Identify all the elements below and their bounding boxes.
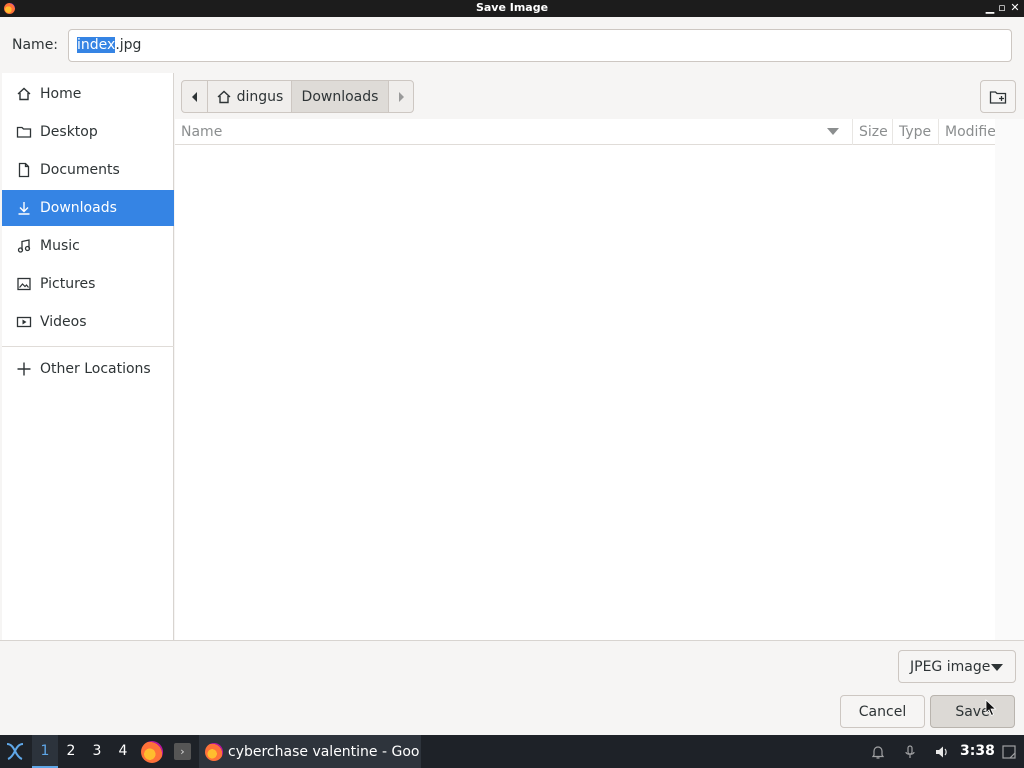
microphone-icon[interactable] bbox=[902, 744, 918, 760]
dialog-action-area: JPEG image Cancel Save bbox=[0, 640, 1024, 735]
new-folder-button[interactable] bbox=[980, 80, 1016, 113]
path-downloads-button[interactable]: Downloads bbox=[291, 80, 389, 113]
sort-descending-icon bbox=[827, 128, 839, 135]
picture-icon bbox=[16, 276, 32, 292]
window-titlebar: Save Image ▁ ▫ ✕ bbox=[0, 0, 1024, 17]
volume-icon[interactable] bbox=[934, 744, 950, 760]
column-header-size[interactable]: Size bbox=[852, 119, 892, 145]
taskbar: 1 2 3 4 › cyberchase valentine - Goo... … bbox=[0, 735, 1024, 768]
path-bar: dingus Downloads bbox=[175, 73, 1024, 119]
filename-selected-text: index bbox=[77, 37, 116, 53]
sidebar-item-label: Other Locations bbox=[40, 361, 151, 377]
scrollbar-gutter bbox=[995, 119, 1024, 640]
home-icon bbox=[217, 90, 231, 103]
system-menu-icon[interactable] bbox=[4, 740, 26, 762]
clock[interactable]: 3:38 bbox=[960, 735, 995, 768]
places-sidebar: Home Desktop Documents Downloads Music P… bbox=[2, 73, 174, 640]
notification-bell-icon[interactable] bbox=[870, 744, 886, 760]
workspace-3[interactable]: 3 bbox=[84, 735, 110, 768]
terminal-launcher-icon[interactable]: › bbox=[174, 743, 191, 760]
plus-icon bbox=[16, 361, 32, 377]
path-home-label: dingus bbox=[236, 88, 284, 105]
maximize-button[interactable]: ▫ bbox=[996, 1, 1008, 15]
chevron-right-icon bbox=[399, 91, 404, 102]
column-header-name[interactable]: Name bbox=[175, 119, 852, 145]
path-current-label: Downloads bbox=[301, 88, 379, 105]
document-icon bbox=[16, 162, 32, 178]
filename-input[interactable]: index.jpg bbox=[68, 29, 1012, 62]
file-type-filter-dropdown[interactable]: JPEG image bbox=[898, 650, 1016, 683]
column-header-type[interactable]: Type bbox=[892, 119, 938, 145]
workspace-2[interactable]: 2 bbox=[58, 735, 84, 768]
music-icon bbox=[16, 238, 32, 254]
sidebar-item-other-locations[interactable]: Other Locations bbox=[2, 351, 174, 387]
sidebar-item-label: Downloads bbox=[40, 200, 117, 216]
sidebar-item-label: Home bbox=[40, 86, 82, 102]
path-home-button[interactable]: dingus bbox=[207, 80, 292, 113]
sidebar-item-pictures[interactable]: Pictures bbox=[2, 266, 174, 302]
folder-icon bbox=[16, 124, 32, 140]
taskbar-window-label: cyberchase valentine - Goo... bbox=[228, 743, 420, 760]
path-back-button[interactable] bbox=[181, 80, 208, 113]
close-button[interactable]: ✕ bbox=[1009, 1, 1021, 15]
taskbar-window-button[interactable]: cyberchase valentine - Goo... bbox=[199, 735, 421, 768]
path-forward-button[interactable] bbox=[388, 80, 414, 113]
save-button[interactable]: Save bbox=[930, 695, 1015, 728]
mouse-pointer-icon bbox=[985, 699, 997, 717]
workspace-1[interactable]: 1 bbox=[32, 735, 58, 768]
sidebar-item-label: Videos bbox=[40, 314, 87, 330]
video-icon bbox=[16, 314, 32, 330]
sidebar-item-desktop[interactable]: Desktop bbox=[2, 114, 174, 150]
column-header-modified[interactable]: Modifie bbox=[938, 119, 995, 145]
sidebar-item-videos[interactable]: Videos bbox=[2, 304, 174, 340]
sidebar-item-label: Music bbox=[40, 238, 80, 254]
sidebar-item-downloads[interactable]: Downloads bbox=[2, 190, 174, 226]
sidebar-item-label: Pictures bbox=[40, 276, 96, 292]
firefox-launcher-icon[interactable] bbox=[141, 741, 163, 763]
new-folder-icon bbox=[989, 90, 1007, 104]
sidebar-item-music[interactable]: Music bbox=[2, 228, 174, 264]
sidebar-item-home[interactable]: Home bbox=[2, 76, 174, 112]
minimize-button[interactable]: ▁ bbox=[984, 1, 996, 15]
file-type-filter-label: JPEG image bbox=[910, 658, 991, 675]
sidebar-separator bbox=[2, 346, 174, 347]
home-icon bbox=[16, 86, 32, 102]
chevron-down-icon bbox=[991, 664, 1003, 671]
cancel-button[interactable]: Cancel bbox=[840, 695, 925, 728]
download-icon bbox=[16, 200, 32, 216]
sidebar-item-documents[interactable]: Documents bbox=[2, 152, 174, 188]
window-title: Save Image bbox=[475, 1, 549, 14]
firefox-icon bbox=[205, 742, 223, 761]
workspace-4[interactable]: 4 bbox=[110, 735, 136, 768]
show-desktop-icon[interactable] bbox=[1001, 744, 1017, 760]
file-list[interactable]: Name Size Type Modifie bbox=[175, 119, 995, 640]
name-row: Name: index.jpg bbox=[0, 17, 1024, 73]
name-label: Name: bbox=[12, 37, 59, 53]
sidebar-item-label: Documents bbox=[40, 162, 120, 178]
sidebar-item-label: Desktop bbox=[40, 124, 98, 140]
chevron-left-icon bbox=[191, 91, 197, 102]
file-list-header: Name Size Type Modifie bbox=[175, 119, 995, 145]
filename-extension-text: .jpg bbox=[115, 37, 142, 53]
